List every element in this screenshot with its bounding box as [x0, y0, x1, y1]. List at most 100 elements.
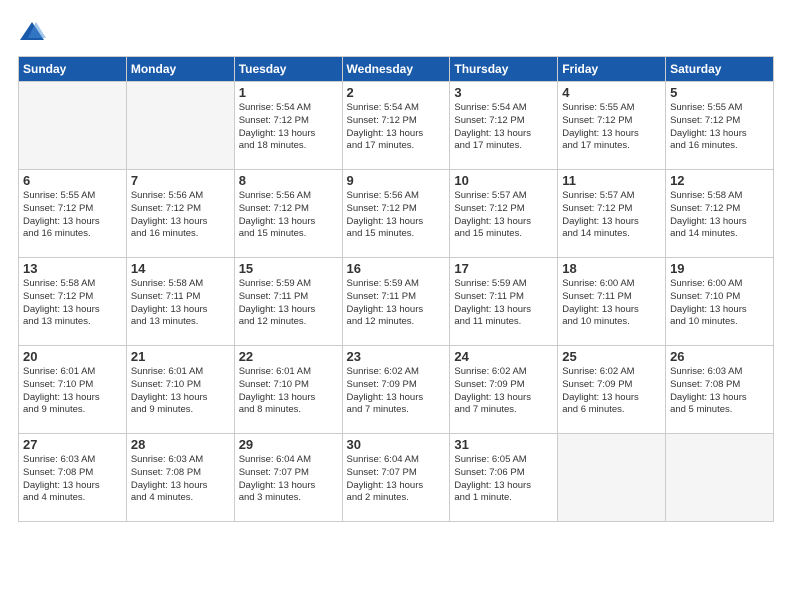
day-number: 5 [670, 85, 769, 100]
day-info: Sunrise: 6:00 AM Sunset: 7:11 PM Dayligh… [562, 278, 661, 329]
calendar-week-2: 6 Sunrise: 5:55 AM Sunset: 7:12 PM Daylig… [19, 170, 774, 258]
calendar-cell [19, 82, 127, 170]
day-number: 8 [239, 173, 338, 188]
day-info: Sunrise: 6:03 AM Sunset: 7:08 PM Dayligh… [23, 454, 122, 505]
calendar-cell: 28 Sunrise: 6:03 AM Sunset: 7:08 PM Dayli… [126, 434, 234, 522]
calendar-cell: 15 Sunrise: 5:59 AM Sunset: 7:11 PM Dayli… [234, 258, 342, 346]
day-info: Sunrise: 6:03 AM Sunset: 7:08 PM Dayligh… [131, 454, 230, 505]
day-number: 19 [670, 261, 769, 276]
calendar-cell: 20 Sunrise: 6:01 AM Sunset: 7:10 PM Dayli… [19, 346, 127, 434]
day-info: Sunrise: 6:01 AM Sunset: 7:10 PM Dayligh… [239, 366, 338, 417]
calendar-cell: 30 Sunrise: 6:04 AM Sunset: 7:07 PM Dayli… [342, 434, 450, 522]
day-number: 1 [239, 85, 338, 100]
day-number: 31 [454, 437, 553, 452]
calendar-cell: 26 Sunrise: 6:03 AM Sunset: 7:08 PM Dayli… [666, 346, 774, 434]
day-number: 22 [239, 349, 338, 364]
calendar-cell: 14 Sunrise: 5:58 AM Sunset: 7:11 PM Dayli… [126, 258, 234, 346]
day-info: Sunrise: 5:54 AM Sunset: 7:12 PM Dayligh… [454, 102, 553, 153]
weekday-header-wednesday: Wednesday [342, 57, 450, 82]
logo-icon [18, 18, 46, 46]
day-number: 12 [670, 173, 769, 188]
calendar-cell: 5 Sunrise: 5:55 AM Sunset: 7:12 PM Daylig… [666, 82, 774, 170]
day-number: 29 [239, 437, 338, 452]
day-info: Sunrise: 6:02 AM Sunset: 7:09 PM Dayligh… [454, 366, 553, 417]
day-info: Sunrise: 5:56 AM Sunset: 7:12 PM Dayligh… [347, 190, 446, 241]
day-info: Sunrise: 5:59 AM Sunset: 7:11 PM Dayligh… [454, 278, 553, 329]
calendar-cell: 31 Sunrise: 6:05 AM Sunset: 7:06 PM Dayli… [450, 434, 558, 522]
day-info: Sunrise: 5:55 AM Sunset: 7:12 PM Dayligh… [23, 190, 122, 241]
day-info: Sunrise: 5:56 AM Sunset: 7:12 PM Dayligh… [239, 190, 338, 241]
calendar-cell: 12 Sunrise: 5:58 AM Sunset: 7:12 PM Dayli… [666, 170, 774, 258]
weekday-header-saturday: Saturday [666, 57, 774, 82]
day-number: 2 [347, 85, 446, 100]
day-number: 11 [562, 173, 661, 188]
day-info: Sunrise: 6:04 AM Sunset: 7:07 PM Dayligh… [347, 454, 446, 505]
calendar-cell: 8 Sunrise: 5:56 AM Sunset: 7:12 PM Daylig… [234, 170, 342, 258]
page: SundayMondayTuesdayWednesdayThursdayFrid… [0, 0, 792, 612]
calendar-cell: 9 Sunrise: 5:56 AM Sunset: 7:12 PM Daylig… [342, 170, 450, 258]
day-info: Sunrise: 6:05 AM Sunset: 7:06 PM Dayligh… [454, 454, 553, 505]
day-number: 28 [131, 437, 230, 452]
calendar-week-5: 27 Sunrise: 6:03 AM Sunset: 7:08 PM Dayli… [19, 434, 774, 522]
day-info: Sunrise: 5:57 AM Sunset: 7:12 PM Dayligh… [562, 190, 661, 241]
day-info: Sunrise: 5:58 AM Sunset: 7:12 PM Dayligh… [670, 190, 769, 241]
calendar-week-1: 1 Sunrise: 5:54 AM Sunset: 7:12 PM Daylig… [19, 82, 774, 170]
day-number: 9 [347, 173, 446, 188]
logo [18, 18, 48, 46]
calendar-cell [558, 434, 666, 522]
day-info: Sunrise: 5:57 AM Sunset: 7:12 PM Dayligh… [454, 190, 553, 241]
calendar-cell: 25 Sunrise: 6:02 AM Sunset: 7:09 PM Dayli… [558, 346, 666, 434]
day-number: 6 [23, 173, 122, 188]
day-info: Sunrise: 6:02 AM Sunset: 7:09 PM Dayligh… [347, 366, 446, 417]
calendar-cell: 16Sunrise: 5:59 AM Sunset: 7:11 PM Dayli… [342, 258, 450, 346]
day-number: 17 [454, 261, 553, 276]
day-number: 26 [670, 349, 769, 364]
calendar-week-3: 13 Sunrise: 5:58 AM Sunset: 7:12 PM Dayli… [19, 258, 774, 346]
day-number: 21 [131, 349, 230, 364]
calendar-week-4: 20 Sunrise: 6:01 AM Sunset: 7:10 PM Dayli… [19, 346, 774, 434]
day-info: Sunrise: 6:01 AM Sunset: 7:10 PM Dayligh… [131, 366, 230, 417]
day-number: 14 [131, 261, 230, 276]
day-info: Sunrise: 5:58 AM Sunset: 7:11 PM Dayligh… [131, 278, 230, 329]
day-info: Sunrise: 5:55 AM Sunset: 7:12 PM Dayligh… [562, 102, 661, 153]
day-number: 23 [347, 349, 446, 364]
calendar-cell: 29 Sunrise: 6:04 AM Sunset: 7:07 PM Dayli… [234, 434, 342, 522]
day-info: Sunrise: 6:03 AM Sunset: 7:08 PM Dayligh… [670, 366, 769, 417]
calendar-body: 1 Sunrise: 5:54 AM Sunset: 7:12 PM Daylig… [19, 82, 774, 522]
day-number: 27 [23, 437, 122, 452]
weekday-header-tuesday: Tuesday [234, 57, 342, 82]
weekday-header-monday: Monday [126, 57, 234, 82]
weekday-header-sunday: Sunday [19, 57, 127, 82]
calendar-cell: 10 Sunrise: 5:57 AM Sunset: 7:12 PM Dayli… [450, 170, 558, 258]
day-info: Sunrise: 5:56 AM Sunset: 7:12 PM Dayligh… [131, 190, 230, 241]
day-info: Sunrise: 5:55 AM Sunset: 7:12 PM Dayligh… [670, 102, 769, 153]
day-info: Sunrise: 5:59 AM Sunset: 7:11 PM Dayligh… [239, 278, 338, 329]
day-number: 20 [23, 349, 122, 364]
day-info: Sunrise: 5:54 AM Sunset: 7:12 PM Dayligh… [239, 102, 338, 153]
calendar-cell: 4 Sunrise: 5:55 AM Sunset: 7:12 PM Daylig… [558, 82, 666, 170]
calendar-cell: 24 Sunrise: 6:02 AM Sunset: 7:09 PM Dayli… [450, 346, 558, 434]
calendar-cell: 13 Sunrise: 5:58 AM Sunset: 7:12 PM Dayli… [19, 258, 127, 346]
day-info: Sunrise: 5:58 AM Sunset: 7:12 PM Dayligh… [23, 278, 122, 329]
weekday-header-thursday: Thursday [450, 57, 558, 82]
calendar-cell: 18Sunrise: 6:00 AM Sunset: 7:11 PM Dayli… [558, 258, 666, 346]
day-info: Sunrise: 6:04 AM Sunset: 7:07 PM Dayligh… [239, 454, 338, 505]
day-number: 15 [239, 261, 338, 276]
calendar-cell [666, 434, 774, 522]
calendar-cell: 2Sunrise: 5:54 AM Sunset: 7:12 PM Daylig… [342, 82, 450, 170]
day-info: Sunrise: 6:00 AM Sunset: 7:10 PM Dayligh… [670, 278, 769, 329]
weekday-header-friday: Friday [558, 57, 666, 82]
day-number: 7 [131, 173, 230, 188]
day-number: 10 [454, 173, 553, 188]
calendar-cell: 19 Sunrise: 6:00 AM Sunset: 7:10 PM Dayli… [666, 258, 774, 346]
calendar-cell: 7 Sunrise: 5:56 AM Sunset: 7:12 PM Daylig… [126, 170, 234, 258]
day-number: 4 [562, 85, 661, 100]
day-number: 24 [454, 349, 553, 364]
calendar-cell: 22 Sunrise: 6:01 AM Sunset: 7:10 PM Dayli… [234, 346, 342, 434]
day-number: 13 [23, 261, 122, 276]
calendar-cell: 21 Sunrise: 6:01 AM Sunset: 7:10 PM Dayli… [126, 346, 234, 434]
day-info: Sunrise: 6:02 AM Sunset: 7:09 PM Dayligh… [562, 366, 661, 417]
day-info: Sunrise: 6:01 AM Sunset: 7:10 PM Dayligh… [23, 366, 122, 417]
day-number: 30 [347, 437, 446, 452]
day-number: 25 [562, 349, 661, 364]
